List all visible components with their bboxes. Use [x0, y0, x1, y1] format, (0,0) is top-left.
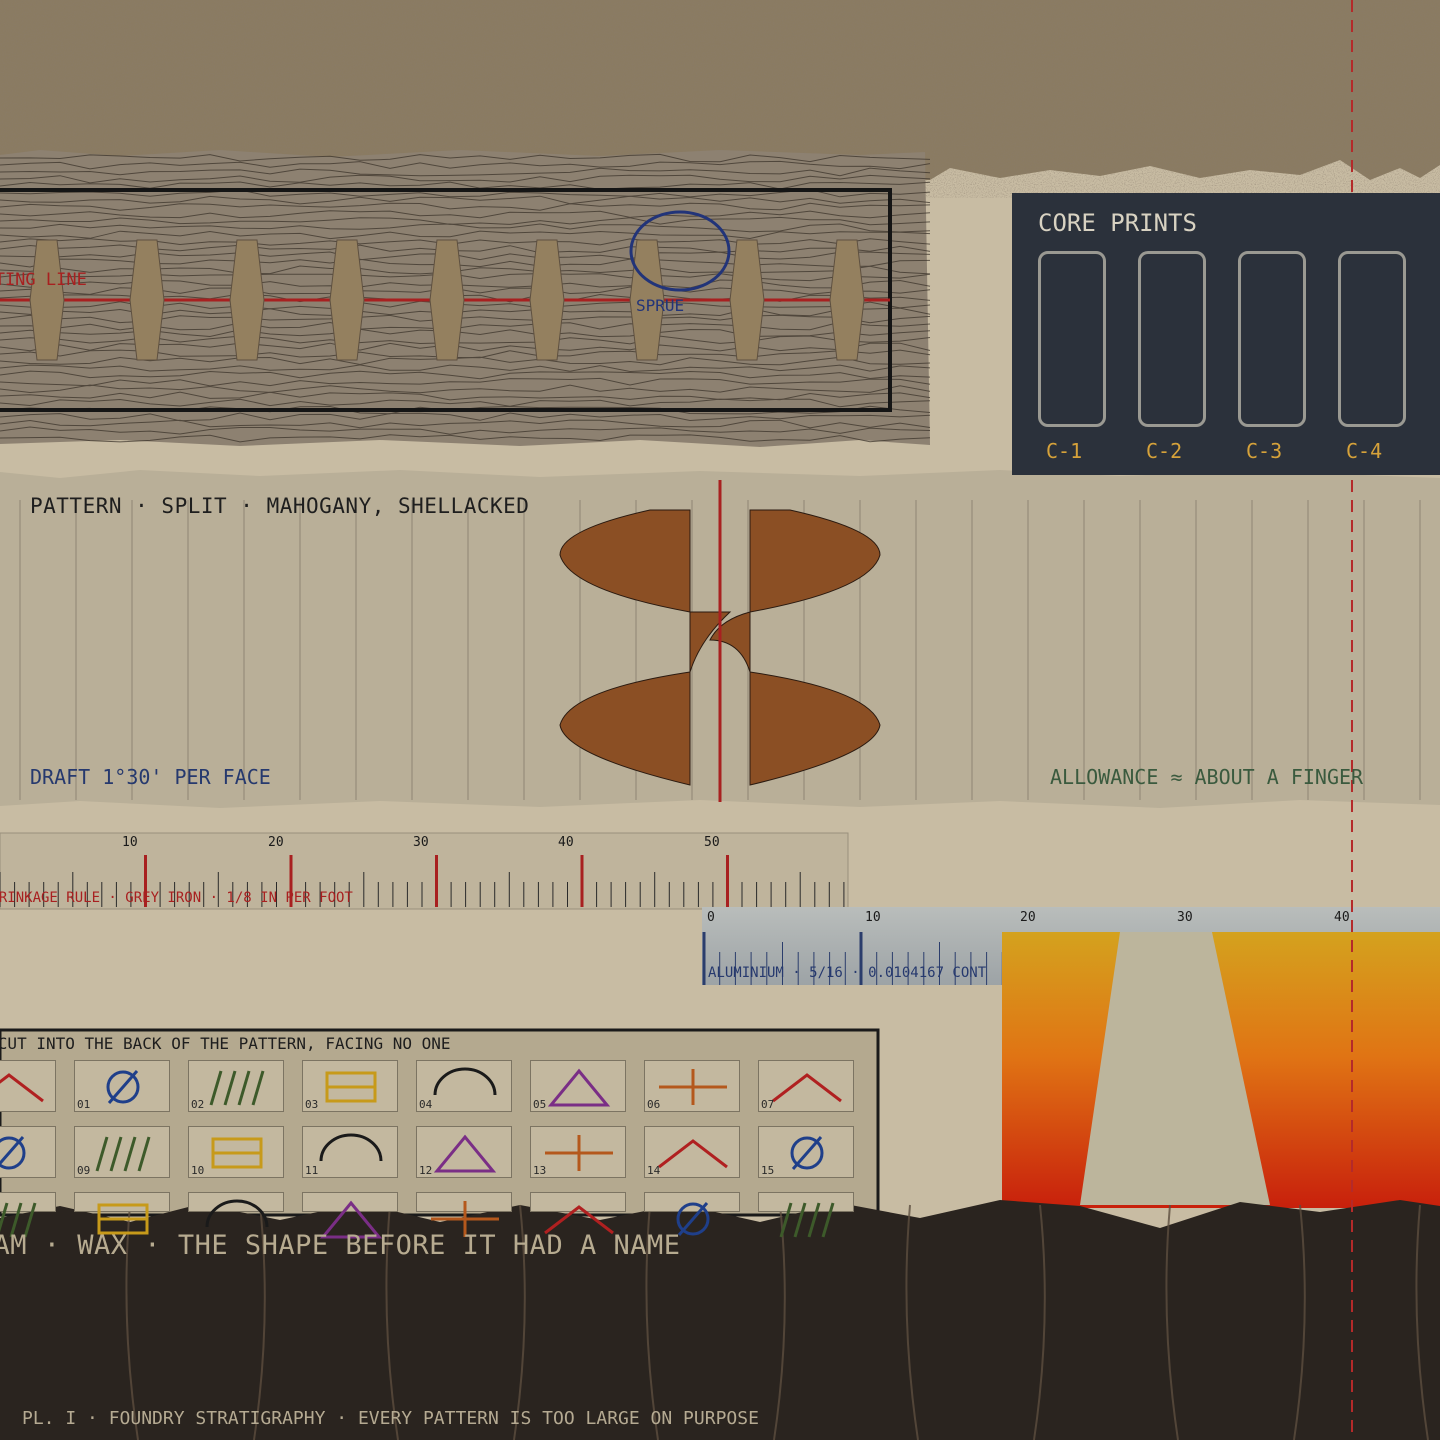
- core-print-slot[interactable]: [1338, 251, 1406, 427]
- mark-cell[interactable]: 04: [416, 1060, 512, 1112]
- mark-cell[interactable]: 02: [188, 1060, 284, 1112]
- mark-number: 01: [77, 1098, 91, 1111]
- mark-cell[interactable]: 09: [74, 1126, 170, 1178]
- mark-cell[interactable]: 10: [188, 1126, 284, 1178]
- mark-number: 09: [77, 1164, 91, 1177]
- parting-line-label: PARTING LINE: [0, 270, 87, 290]
- core-print-label: C-4: [1346, 439, 1383, 463]
- mark-number: 07: [761, 1098, 775, 1111]
- core-print-slot[interactable]: [1138, 251, 1206, 427]
- shrink-rule-caption: SHRINKAGE RULE · GREY IRON · 1/8 IN PER …: [0, 890, 353, 906]
- dowel-peg: [329, 239, 365, 361]
- mark-cell[interactable]: [0, 1126, 56, 1178]
- mark-cell[interactable]: [758, 1192, 854, 1238]
- loam-caption: LOAM · WAX · THE SHAPE BEFORE IT HAD A N…: [0, 1230, 680, 1261]
- mark-cell[interactable]: 11: [302, 1126, 398, 1178]
- marks-panel: [0, 1028, 880, 1217]
- alu-tick-label: 20: [1020, 910, 1036, 925]
- mark-cell[interactable]: [0, 1192, 56, 1238]
- footer-caption: PL. I · FOUNDRY STRATIGRAPHY · EVERY PAT…: [22, 1408, 759, 1429]
- slash-circle-icon: [0, 1136, 26, 1170]
- alu-tick-label: 30: [1177, 910, 1193, 925]
- mark-number: 05: [533, 1098, 547, 1111]
- mark-cell[interactable]: [74, 1192, 170, 1235]
- marks-title: MARKS CUT INTO THE BACK OF THE PATTERN, …: [0, 1034, 560, 1053]
- shrink-tick-label: 30: [413, 835, 429, 850]
- mark-cell[interactable]: [302, 1192, 398, 1239]
- dowel-peg: [529, 239, 565, 361]
- mark-cell[interactable]: 01: [74, 1060, 170, 1112]
- core-print-label: C-3: [1246, 439, 1283, 463]
- mark-cell[interactable]: [188, 1192, 284, 1228]
- alu-tick-label: 0: [707, 910, 715, 925]
- dowel-peg: [129, 239, 165, 361]
- mark-number: 10: [191, 1164, 205, 1177]
- dowel-peg: [429, 239, 465, 361]
- mark-number: 03: [305, 1098, 319, 1111]
- mark-cell[interactable]: [0, 1060, 56, 1112]
- draft-note: DRAFT 1°30' PER FACE: [30, 765, 271, 789]
- alu-rule-caption: ALUMINIUM · 5/16 · 0.0104167 CONT: [708, 965, 987, 981]
- pattern-title: PATTERN · SPLIT · MAHOGANY, SHELLACKED: [30, 494, 530, 518]
- hatch-icon: [779, 1202, 835, 1238]
- dowel-peg: [229, 239, 265, 361]
- alu-tick-label: 10: [865, 910, 881, 925]
- sprue-label: SPRUE: [636, 296, 685, 315]
- core-print-slot[interactable]: [1038, 251, 1106, 427]
- mark-number: 15: [761, 1164, 775, 1177]
- mark-cell[interactable]: 15: [758, 1126, 854, 1178]
- mark-number: 13: [533, 1164, 547, 1177]
- core-prints-title: CORE PRINTS: [1038, 209, 1197, 237]
- mark-cell[interactable]: 03: [302, 1060, 398, 1112]
- mark-cell[interactable]: [644, 1192, 740, 1236]
- shrink-tick-label: 50: [704, 835, 720, 850]
- mark-number: 02: [191, 1098, 205, 1111]
- mark-number: 04: [419, 1098, 433, 1111]
- allowance-note: ALLOWANCE ≈ ABOUT A FINGER: [1050, 765, 1364, 789]
- mark-cell[interactable]: 13: [530, 1126, 626, 1178]
- mark-cell[interactable]: 14: [644, 1126, 740, 1178]
- shrink-tick-label: 20: [268, 835, 284, 850]
- mark-number: 14: [647, 1164, 661, 1177]
- core-print-slot[interactable]: [1238, 251, 1306, 427]
- dowel-peg: [29, 239, 65, 361]
- mark-number: 11: [305, 1164, 319, 1177]
- loam-caption-text: LOAM · WAX · THE SHAPE BEFORE IT HAD A N…: [0, 1230, 681, 1261]
- marks-title-text: MARKS CUT INTO THE BACK OF THE PATTERN, …: [0, 1034, 451, 1053]
- core-print-label: C-1: [1046, 439, 1083, 463]
- dowel-peg: [729, 239, 765, 361]
- mark-cell[interactable]: 07: [758, 1060, 854, 1112]
- mark-cell[interactable]: 05: [530, 1060, 626, 1112]
- shrink-tick-label: 40: [558, 835, 574, 850]
- chevron-icon: [0, 1073, 44, 1103]
- mark-number: 06: [647, 1098, 661, 1111]
- dowel-peg: [829, 239, 865, 361]
- core-print-label: C-2: [1146, 439, 1183, 463]
- alu-tick-label: 40: [1334, 910, 1350, 925]
- mark-number: 12: [419, 1164, 433, 1177]
- mark-cell[interactable]: [416, 1192, 512, 1237]
- shrink-tick-label: 10: [122, 835, 138, 850]
- core-prints-panel: CORE PRINTS C-1 C-2 C-3 C-4: [1012, 193, 1440, 475]
- mark-cell[interactable]: 12: [416, 1126, 512, 1178]
- mark-cell[interactable]: 06: [644, 1060, 740, 1112]
- mark-cell[interactable]: [530, 1192, 626, 1235]
